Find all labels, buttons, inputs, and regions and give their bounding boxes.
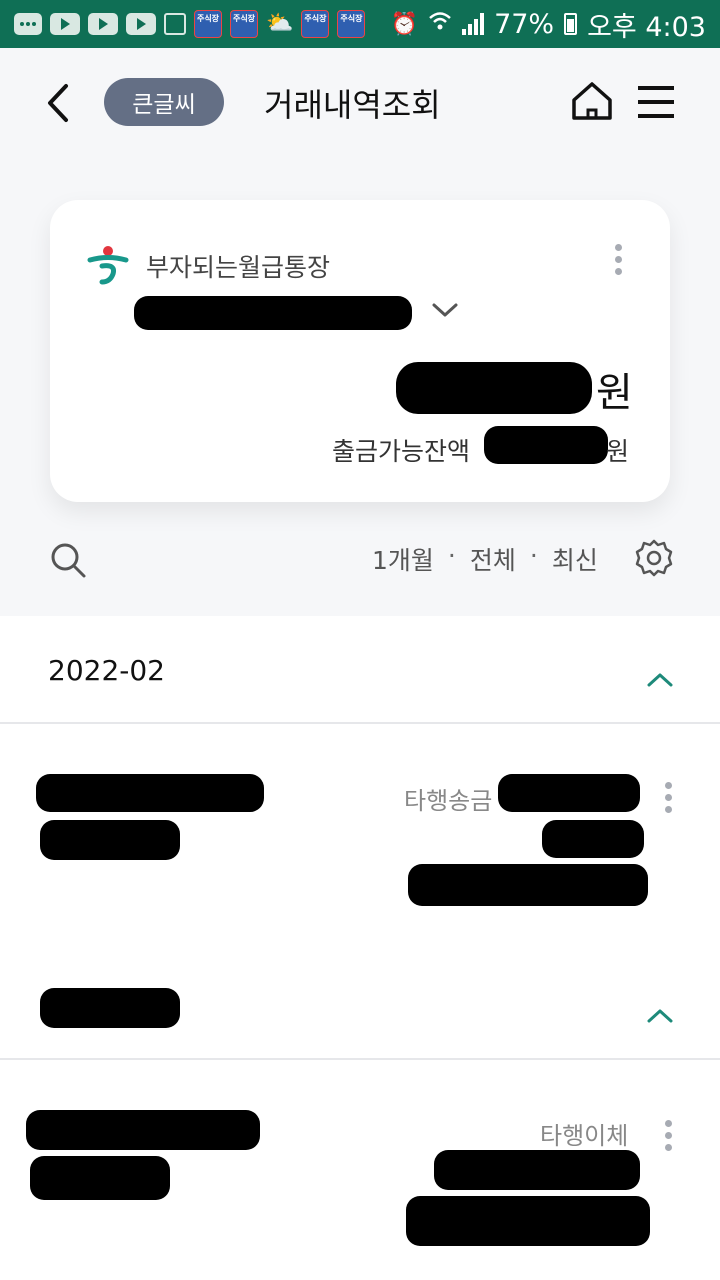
account-number-redacted — [134, 296, 412, 330]
dot-icon — [664, 806, 672, 813]
battery-icon — [564, 13, 578, 35]
wifi-icon — [428, 10, 452, 38]
transaction-balance-redacted — [408, 864, 648, 906]
transaction-name-redacted — [26, 1110, 260, 1150]
filter-settings-button[interactable] — [634, 538, 674, 578]
transaction-amount-redacted — [542, 820, 644, 858]
stock-app-label: 주식장 — [304, 14, 327, 23]
app-header: 큰글씨 거래내역조회 — [0, 48, 720, 158]
chevron-up-icon — [647, 1009, 673, 1023]
home-button[interactable] — [568, 78, 616, 126]
transaction-time-redacted — [30, 1156, 170, 1200]
youtube-icon — [126, 13, 156, 35]
chevron-down-icon — [432, 303, 458, 317]
notification-icons: 주식장 주식장 ⛅ 주식장 주식장 — [14, 10, 366, 38]
chevron-up-icon — [647, 673, 673, 687]
gallery-icon — [164, 13, 186, 35]
battery-percent: 77% — [494, 8, 555, 40]
divider — [0, 722, 720, 724]
transaction-balance-redacted — [406, 1196, 650, 1246]
bank-logo-icon — [86, 244, 130, 286]
filter-order: 최신 — [551, 546, 598, 575]
stock-app-icon: 주식장 — [337, 10, 366, 38]
search-icon — [51, 543, 86, 578]
weather-icon: ⛅ — [266, 11, 294, 36]
transaction-type: 타행송금 — [404, 787, 493, 815]
youtube-icon — [50, 13, 80, 35]
menu-button[interactable] — [634, 78, 678, 126]
youtube-icon — [88, 13, 118, 35]
stock-app-label: 주식장 — [232, 14, 256, 23]
filter-separator: · — [529, 541, 538, 570]
dot-icon — [614, 268, 622, 275]
account-select-button[interactable] — [430, 300, 460, 320]
filter-type: 전체 — [469, 546, 516, 575]
balance-unit: 원 — [596, 370, 633, 416]
transaction-more-button[interactable] — [658, 1120, 678, 1151]
account-name: 부자되는월급통장 — [146, 253, 331, 282]
filter-summary[interactable]: 1개월 · 전체 · 최신 — [372, 541, 598, 577]
big-font-button[interactable]: 큰글씨 — [104, 78, 224, 126]
subsection-collapse-button[interactable] — [645, 1006, 675, 1026]
transaction-type: 타행이체 — [540, 1122, 629, 1150]
available-balance-label: 출금가능잔액 — [332, 437, 471, 466]
dot-icon — [664, 1132, 672, 1139]
stock-app-label: 주식장 — [340, 14, 363, 23]
divider — [0, 1058, 720, 1060]
available-balance-unit: 원 — [606, 437, 630, 466]
page-title: 거래내역조회 — [264, 86, 441, 124]
signal-icon — [462, 13, 485, 35]
stock-app-icon: 주식장 — [230, 10, 258, 38]
gear-icon — [635, 539, 673, 577]
month-header: 2022-02 — [48, 654, 165, 687]
filter-separator: · — [447, 541, 456, 570]
stock-app-icon: 주식장 — [194, 10, 222, 38]
home-icon — [572, 82, 612, 120]
stock-app-label: 주식장 — [196, 14, 220, 23]
transaction-more-button[interactable] — [658, 782, 678, 813]
account-more-button[interactable] — [608, 244, 628, 275]
transaction-time-redacted — [40, 820, 180, 860]
search-button[interactable] — [48, 540, 88, 580]
available-balance-redacted — [484, 426, 608, 464]
clock: 오후 4:03 — [587, 11, 706, 43]
transaction-amount-redacted — [434, 1150, 640, 1190]
balance-redacted — [396, 362, 592, 414]
hamburger-icon — [638, 86, 674, 118]
message-icon — [14, 13, 42, 35]
account-card: 부자되는월급통장 원 출금가능잔액 원 — [50, 200, 670, 502]
status-bar: 주식장 주식장 ⛅ 주식장 주식장 ⏰ 77% 오후 4:03 — [0, 0, 720, 48]
transaction-counterparty-redacted — [498, 774, 640, 812]
subsection-date-redacted — [40, 988, 180, 1028]
dot-icon — [614, 244, 622, 251]
month-collapse-button[interactable] — [645, 670, 675, 690]
dot-icon — [664, 1144, 672, 1151]
stock-app-icon: 주식장 — [301, 10, 330, 38]
dot-icon — [664, 1120, 672, 1127]
alarm-icon: ⏰ — [390, 11, 419, 37]
dot-icon — [664, 782, 672, 789]
chevron-left-icon — [48, 84, 68, 122]
dot-icon — [664, 794, 672, 801]
back-button[interactable] — [40, 78, 80, 128]
transaction-name-redacted — [36, 774, 264, 812]
system-icons: ⏰ 77% 오후 4:03 — [391, 5, 706, 44]
filter-period: 1개월 — [372, 546, 434, 575]
dot-icon — [614, 256, 622, 263]
